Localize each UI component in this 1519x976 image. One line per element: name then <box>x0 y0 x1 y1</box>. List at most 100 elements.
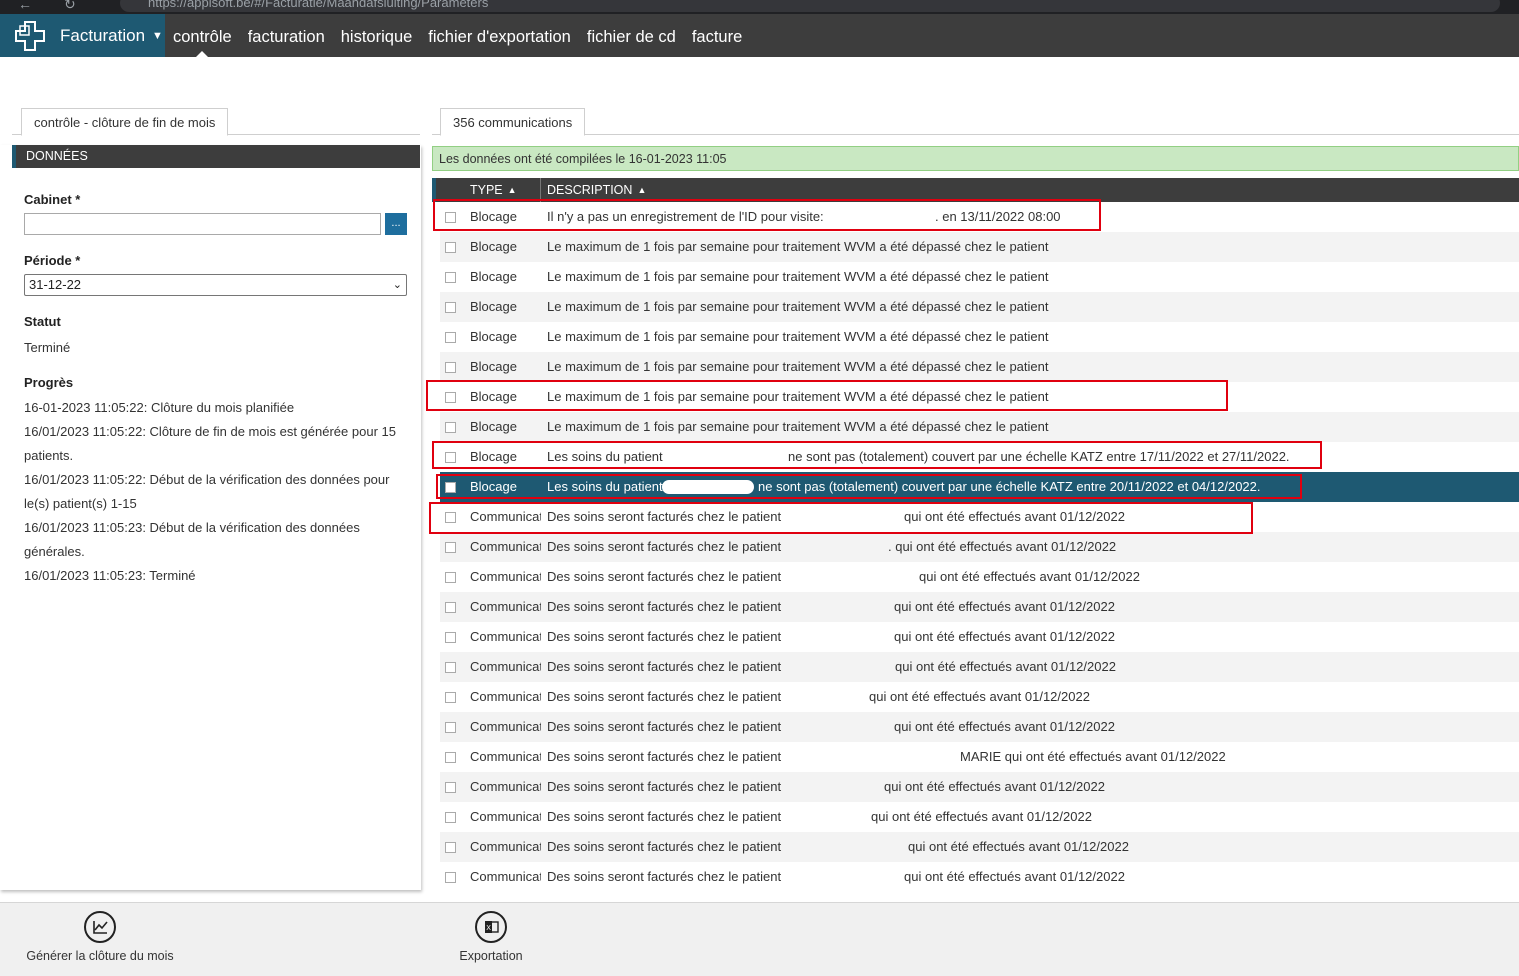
row-checkbox[interactable] <box>445 512 456 523</box>
cabinet-lookup-button[interactable]: ... <box>385 213 407 235</box>
address-bar[interactable]: https://appisoft.be/#/Facturatie/Maandaf… <box>120 0 1500 12</box>
table-row[interactable]: Communication Des soins seront facturés c… <box>440 862 1519 890</box>
table-row[interactable]: Communication Des soins seront facturés c… <box>440 772 1519 802</box>
back-icon[interactable]: ← <box>18 0 32 12</box>
table-row[interactable]: Communication Des soins seront facturés c… <box>440 652 1519 682</box>
module-switcher[interactable]: Facturation ▼ <box>0 14 165 57</box>
table-row[interactable]: Communication Des soins seront facturés c… <box>440 682 1519 712</box>
table-row[interactable]: Blocage Les soins du patient ne sont pas (… <box>440 442 1519 472</box>
row-checkbox[interactable] <box>445 272 456 283</box>
tab-communications[interactable]: 356 communications <box>440 108 586 136</box>
nav-facturation[interactable]: facturation <box>240 14 333 57</box>
table-row[interactable]: Blocage Le maximum de 1 fois par semaine … <box>440 262 1519 292</box>
grid-header: TYPE ▲ DESCRIPTION ▲ <box>432 178 1519 202</box>
row-type: Communication <box>470 839 541 854</box>
row-description: Le maximum de 1 fois par semaine pour tr… <box>547 299 1049 314</box>
row-checkbox[interactable] <box>445 212 456 223</box>
cabinet-input[interactable] <box>24 213 381 235</box>
row-type: Blocage <box>470 269 517 284</box>
row-checkbox[interactable] <box>445 302 456 313</box>
row-description: Des soins seront facturés chez le patien… <box>547 599 782 614</box>
table-row[interactable]: Blocage Le maximum de 1 fois par semaine … <box>440 292 1519 322</box>
row-description: Des soins seront facturés chez le patien… <box>547 809 782 824</box>
row-type: Communication <box>470 779 541 794</box>
nav-facture[interactable]: facture <box>684 14 750 57</box>
row-type: Blocage <box>470 479 517 494</box>
table-row[interactable]: Communication Des soins seront facturés c… <box>440 742 1519 772</box>
row-description-tail: qui ont été effectués avant 01/12/2022 <box>894 719 1115 734</box>
table-row[interactable]: Communication Des soins seront facturés c… <box>440 802 1519 832</box>
progress-log: 16-01-2023 11:05:22: Clôture du mois pla… <box>24 396 409 588</box>
table-row[interactable]: Blocage Le maximum de 1 fois par semaine … <box>440 382 1519 412</box>
row-checkbox[interactable] <box>445 602 456 613</box>
row-checkbox[interactable] <box>445 392 456 403</box>
row-description: Le maximum de 1 fois par semaine pour tr… <box>547 419 1049 434</box>
row-type: Blocage <box>470 419 517 434</box>
nav-fichier-exportation[interactable]: fichier d'exportation <box>420 14 579 57</box>
row-type: Communication <box>470 869 541 884</box>
column-type[interactable]: TYPE ▲ <box>470 178 517 202</box>
tab-controle-cloture[interactable]: contrôle - clôture de fin de mois <box>21 108 229 136</box>
table-row[interactable]: Blocage Les soins du patient ne sont pas (… <box>440 472 1519 502</box>
row-checkbox[interactable] <box>445 362 456 373</box>
nav-historique[interactable]: historique <box>333 14 421 57</box>
sort-asc-icon: ▲ <box>637 185 647 195</box>
table-row[interactable]: Blocage Le maximum de 1 fois par semaine … <box>440 322 1519 352</box>
table-row[interactable]: Blocage Le maximum de 1 fois par semaine … <box>440 232 1519 262</box>
row-description-tail: MARIE qui ont été effectués avant 01/12/… <box>960 749 1226 764</box>
row-description: Le maximum de 1 fois par semaine pour tr… <box>547 329 1049 344</box>
row-checkbox[interactable] <box>445 752 456 763</box>
table-row[interactable]: Blocage Le maximum de 1 fois par semaine … <box>440 412 1519 442</box>
column-description[interactable]: DESCRIPTION ▲ <box>540 178 646 202</box>
row-checkbox[interactable] <box>445 482 456 493</box>
table-row[interactable]: Blocage Il n'y a pas un enregistrement de… <box>440 202 1519 232</box>
row-checkbox[interactable] <box>445 662 456 673</box>
row-checkbox[interactable] <box>445 422 456 433</box>
row-checkbox[interactable] <box>445 842 456 853</box>
row-description: Le maximum de 1 fois par semaine pour tr… <box>547 239 1049 254</box>
row-checkbox[interactable] <box>445 812 456 823</box>
row-checkbox[interactable] <box>445 332 456 343</box>
row-description: Il n'y a pas un enregistrement de l'ID p… <box>547 209 824 224</box>
row-checkbox[interactable] <box>445 452 456 463</box>
table-row[interactable]: Communication Des soins seront facturés c… <box>440 712 1519 742</box>
row-type: Blocage <box>470 449 517 464</box>
table-row[interactable]: Communication Des soins seront facturés c… <box>440 622 1519 652</box>
row-description: Des soins seront facturés chez le patien… <box>547 569 782 584</box>
period-value: 31-12-22 <box>29 277 82 292</box>
row-checkbox[interactable] <box>445 242 456 253</box>
row-description: Le maximum de 1 fois par semaine pour tr… <box>547 359 1049 374</box>
table-row[interactable]: Communication Des soins seront facturés c… <box>440 502 1519 532</box>
row-checkbox[interactable] <box>445 542 456 553</box>
row-type: Communication <box>470 629 541 644</box>
table-row[interactable]: Communication Des soins seront facturés c… <box>440 592 1519 622</box>
nav-controle[interactable]: contrôle <box>165 14 240 57</box>
period-select[interactable]: 31-12-22 ⌄ <box>24 274 407 296</box>
row-type: Communication <box>470 659 541 674</box>
reload-icon[interactable]: ↻ <box>64 0 76 13</box>
row-checkbox[interactable] <box>445 692 456 703</box>
row-type: Communication <box>470 719 541 734</box>
row-description: Des soins seront facturés chez le patien… <box>547 629 782 644</box>
table-row[interactable]: Communication Des soins seront facturés c… <box>440 562 1519 592</box>
row-type: Communication <box>470 749 541 764</box>
progress-entry: 16-01-2023 11:05:22: Clôture du mois pla… <box>24 400 295 415</box>
table-row[interactable]: Communication Des soins seront facturés c… <box>440 532 1519 562</box>
row-type: Communication <box>470 689 541 704</box>
row-checkbox[interactable] <box>445 572 456 583</box>
table-row[interactable]: Blocage Le maximum de 1 fois par semaine … <box>440 352 1519 382</box>
row-description-tail: . qui ont été effectués avant 01/12/2022 <box>888 539 1117 554</box>
row-checkbox[interactable] <box>445 632 456 643</box>
nav-fichier-cd[interactable]: fichier de cd <box>579 14 684 57</box>
table-row[interactable]: Communication Des soins seront facturés c… <box>440 832 1519 862</box>
generate-closure-button[interactable]: Générer la clôture du mois <box>24 911 176 963</box>
row-checkbox[interactable] <box>445 782 456 793</box>
row-checkbox[interactable] <box>445 722 456 733</box>
row-description-tail: qui ont été effectués avant 01/12/2022 <box>884 779 1105 794</box>
progress-entry: 16/01/2023 11:05:23: Terminé <box>24 568 196 583</box>
row-description: Des soins seront facturés chez le patien… <box>547 659 782 674</box>
row-checkbox[interactable] <box>445 872 456 883</box>
row-description-tail: ne sont pas (totalement) couvert par une… <box>758 479 1261 494</box>
row-description: Des soins seront facturés chez le patien… <box>547 509 782 524</box>
export-button[interactable]: X Exportation <box>456 911 526 963</box>
